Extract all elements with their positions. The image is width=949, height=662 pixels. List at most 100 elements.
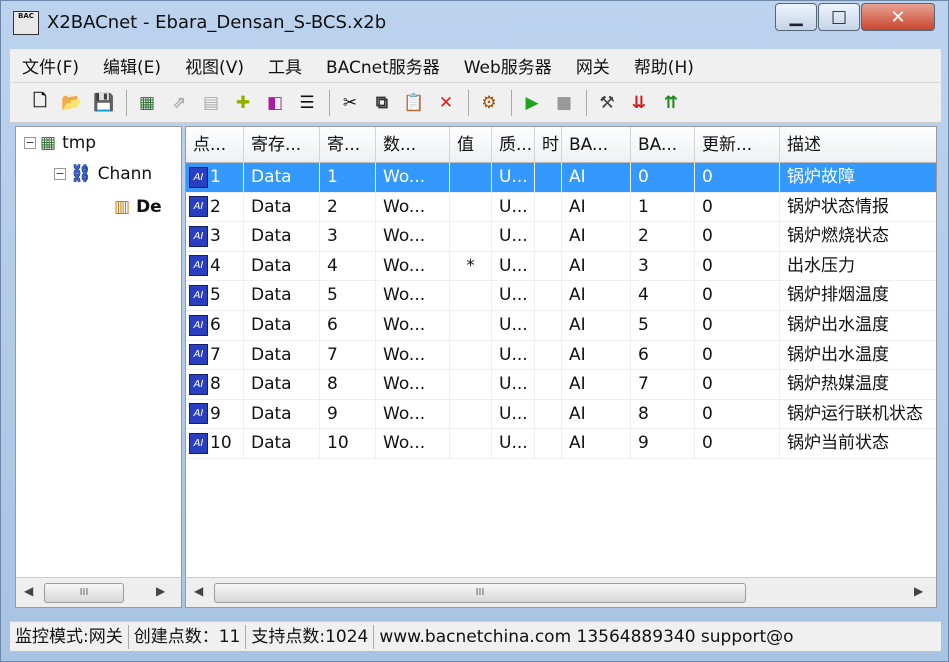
- stop-icon[interactable]: ■: [552, 91, 576, 115]
- upload-icon[interactable]: ⇈: [659, 91, 683, 115]
- menu-web-server[interactable]: Web服务器: [452, 53, 564, 78]
- table-cell: 2: [320, 192, 376, 222]
- table-row[interactable]: AI 8 Data 8 Wo... U... AI 7 0 锅炉热媒温度: [186, 370, 936, 400]
- object-icon[interactable]: ◧: [263, 91, 287, 115]
- cell-text: 8: [210, 374, 221, 395]
- table-row[interactable]: AI 4 Data 4 Wo... * U... AI 3 0 出水压力: [186, 251, 936, 282]
- menu-bacnet-server[interactable]: BACnet服务器: [314, 53, 452, 78]
- menu-tools[interactable]: 工具: [256, 53, 314, 78]
- column-header[interactable]: 点...: [186, 127, 244, 163]
- table-cell: [535, 192, 562, 222]
- maximize-button[interactable]: □: [818, 3, 860, 31]
- cell-text: 6: [210, 315, 221, 335]
- table-cell: AI: [562, 311, 631, 340]
- close-button[interactable]: ✕: [861, 3, 935, 31]
- menu-gateway[interactable]: 网关: [564, 53, 622, 78]
- table-cell: [450, 222, 492, 252]
- table-cell: [450, 370, 492, 400]
- collapse-icon[interactable]: −: [24, 137, 36, 149]
- save-icon[interactable]: 💾: [92, 91, 116, 115]
- scroll-left-icon[interactable]: ◀: [24, 584, 33, 598]
- table-row[interactable]: AI 5 Data 5 Wo... U... AI 4 0 锅炉排烟温度: [186, 281, 936, 311]
- menu-file[interactable]: 文件(F): [10, 53, 91, 78]
- table-cell: Data: [244, 399, 320, 429]
- analog-point-icon: AI: [189, 196, 208, 218]
- table-cell: Data: [244, 429, 320, 459]
- scroll-thumb[interactable]: III: [214, 583, 746, 603]
- grid-horizontal-scrollbar[interactable]: ◀ III ▶: [186, 577, 936, 607]
- copy-icon[interactable]: ⧉: [370, 91, 394, 115]
- add-folder-icon[interactable]: ✚: [231, 91, 255, 115]
- scroll-left-icon[interactable]: ◀: [194, 584, 203, 598]
- tree-node-root[interactable]: − ▦ tmp: [24, 133, 96, 153]
- device-icon[interactable]: ▦: [135, 91, 159, 115]
- properties-icon[interactable]: ☰: [295, 91, 319, 115]
- table-row[interactable]: AI 1 Data 1 Wo... U... AI 0 0 锅炉故障: [186, 163, 936, 193]
- menu-edit[interactable]: 编辑(E): [91, 53, 173, 78]
- column-header[interactable]: 寄存...: [244, 127, 320, 163]
- table-row[interactable]: AI 3 Data 3 Wo... U... AI 2 0 锅炉燃烧状态: [186, 222, 936, 252]
- table-cell: 5: [631, 311, 695, 340]
- table-cell: Wo...: [376, 311, 450, 340]
- table-cell: 锅炉故障: [780, 163, 936, 192]
- new-file-icon[interactable]: 🗋: [28, 91, 52, 115]
- table-row[interactable]: AI 10 Data 10 Wo... U... AI 9 0 锅炉当前状态: [186, 429, 936, 459]
- tree-horizontal-scrollbar[interactable]: ◀ III ▶: [16, 577, 181, 607]
- table-row[interactable]: AI 9 Data 9 Wo... U... AI 8 0 锅炉运行联机状态: [186, 399, 936, 430]
- minimize-button[interactable]: ▁: [775, 3, 817, 31]
- table-cell: AI 6: [186, 311, 244, 340]
- table-cell: AI 4: [186, 251, 244, 281]
- grid-icon: ▦: [40, 133, 57, 153]
- column-header[interactable]: 值: [450, 127, 492, 163]
- cell-text: 2: [210, 196, 221, 217]
- column-header[interactable]: 更新...: [695, 127, 780, 163]
- table-row[interactable]: AI 6 Data 6 Wo... U... AI 5 0 锅炉出水温度: [186, 311, 936, 341]
- table-cell: AI: [562, 251, 631, 281]
- table-cell: U...: [492, 251, 535, 281]
- build-icon[interactable]: ⚒: [595, 91, 619, 115]
- collapse-icon[interactable]: −: [54, 168, 66, 180]
- table-cell: Data: [244, 251, 320, 281]
- menu-view[interactable]: 视图(V): [173, 53, 256, 78]
- scroll-right-icon[interactable]: ▶: [914, 584, 923, 598]
- run-icon[interactable]: ▶: [520, 91, 544, 115]
- table-cell: Wo...: [376, 340, 450, 370]
- tools-icon[interactable]: ⚙: [477, 91, 501, 115]
- scroll-thumb[interactable]: III: [44, 583, 124, 603]
- column-header[interactable]: 寄...: [320, 127, 376, 163]
- column-header[interactable]: 描述: [780, 127, 936, 163]
- table-row[interactable]: AI 2 Data 2 Wo... U... AI 1 0 锅炉状态情报: [186, 192, 936, 223]
- table-cell: 锅炉热媒温度: [780, 370, 936, 399]
- analog-point-icon: AI: [189, 314, 208, 336]
- open-folder-icon[interactable]: 📂: [60, 91, 84, 115]
- title-bar[interactable]: BAC X2BACnet - Ebara_Densan_S-BCS.x2b ▁ …: [1, 1, 948, 45]
- column-header[interactable]: 质...: [492, 127, 535, 163]
- table-cell: 1: [320, 163, 376, 192]
- paste-icon[interactable]: 📋: [402, 91, 426, 115]
- table-icon[interactable]: ▤: [199, 91, 223, 115]
- load-icon[interactable]: ⇊: [627, 91, 651, 115]
- column-header[interactable]: 时: [535, 127, 562, 163]
- column-header[interactable]: BA...: [631, 127, 695, 163]
- table-row[interactable]: AI 7 Data 7 Wo... U... AI 6 0 锅炉出水温度: [186, 340, 936, 371]
- delete-icon[interactable]: ✕: [434, 91, 458, 115]
- table-cell: [535, 251, 562, 281]
- tree-node-channel[interactable]: − ⛓ Chann: [54, 164, 152, 184]
- column-header[interactable]: BA...: [562, 127, 631, 163]
- cut-icon[interactable]: ✂: [338, 91, 362, 115]
- table-cell: 7: [631, 370, 695, 400]
- table-cell: [450, 281, 492, 311]
- table-cell: 锅炉运行联机状态: [780, 400, 936, 429]
- table-cell: AI 8: [186, 370, 244, 400]
- table-cell: 0: [695, 370, 780, 400]
- table-cell: AI 10: [186, 429, 244, 459]
- table-cell: U...: [492, 222, 535, 252]
- table-cell: Data: [244, 340, 320, 370]
- point-icon[interactable]: ⇗: [167, 91, 191, 115]
- tree-node-device[interactable]: ▥ De: [114, 197, 162, 217]
- scroll-right-icon[interactable]: ▶: [156, 584, 165, 598]
- points-grid: 点... 寄存... 寄... 数... 值 质... 时 BA... BA..…: [185, 126, 937, 608]
- menu-help[interactable]: 帮助(H): [622, 53, 706, 78]
- column-header[interactable]: 数...: [376, 127, 450, 163]
- analog-point-icon: AI: [189, 166, 208, 188]
